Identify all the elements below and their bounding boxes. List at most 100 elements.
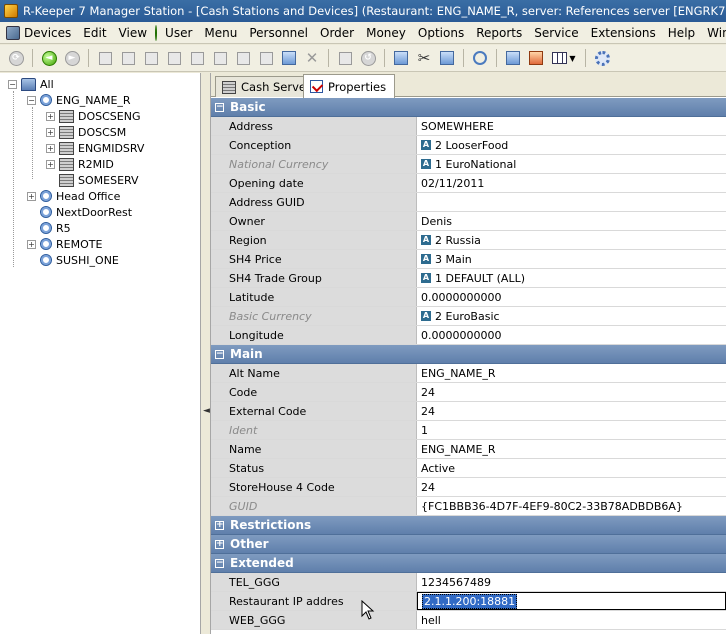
property-value[interactable]: Active: [417, 459, 726, 477]
property-row-status[interactable]: Status Active: [211, 459, 726, 478]
collapse-left-icon[interactable]: ◄: [203, 406, 210, 416]
collapse-icon[interactable]: −: [27, 95, 36, 105]
menu-view[interactable]: View: [113, 23, 153, 43]
expand-icon[interactable]: +: [46, 127, 55, 137]
menu-menu[interactable]: Menu: [198, 23, 243, 43]
menu-extensions[interactable]: Extensions: [585, 23, 662, 43]
property-value[interactable]: hell: [417, 611, 726, 629]
section-basic[interactable]: − Basic: [211, 98, 726, 117]
expand-icon[interactable]: +: [27, 239, 36, 249]
tree-node-server[interactable]: + DOSCSM: [46, 124, 126, 140]
property-row-tel-ggg[interactable]: TEL_GGG 1234567489: [211, 573, 726, 592]
property-row-address-guid[interactable]: Address GUID: [211, 193, 726, 212]
property-row-latitude[interactable]: Latitude 0.0000000000: [211, 288, 726, 307]
section-restrictions[interactable]: + Restrictions: [211, 516, 726, 535]
tree-node-restaurant[interactable]: NextDoorRest: [40, 204, 132, 220]
expand-icon[interactable]: +: [46, 159, 55, 169]
tool-button-6[interactable]: [210, 48, 230, 68]
property-value[interactable]: 02/11/2011: [417, 174, 726, 192]
property-value[interactable]: A 2 LooserFood: [417, 136, 726, 154]
refresh-button[interactable]: ⟳: [6, 48, 26, 68]
tree-node-server[interactable]: + R2MID: [46, 156, 114, 172]
property-row-sh4-trade-group[interactable]: SH4 Trade Group A 1 DEFAULT (ALL): [211, 269, 726, 288]
expand-icon[interactable]: +: [215, 539, 224, 549]
tree-node-server[interactable]: + DOSCSENG: [46, 108, 140, 124]
menu-window[interactable]: Window: [701, 23, 726, 43]
collapse-icon[interactable]: −: [215, 558, 224, 568]
property-value[interactable]: A 2 Russia: [417, 231, 726, 249]
filter-button[interactable]: [503, 48, 523, 68]
tool-button-8[interactable]: [256, 48, 276, 68]
property-value[interactable]: ENG_NAME_R: [417, 364, 726, 382]
tree-node-all[interactable]: − All: [8, 76, 54, 92]
property-value[interactable]: 24: [417, 478, 726, 496]
property-value[interactable]: ENG_NAME_R: [417, 440, 726, 458]
property-row-storehouse-4-code[interactable]: StoreHouse 4 Code 24: [211, 478, 726, 497]
tool-button-5[interactable]: [187, 48, 207, 68]
open-button[interactable]: [118, 48, 138, 68]
property-row-alt-name[interactable]: Alt Name ENG_NAME_R: [211, 364, 726, 383]
paste-button[interactable]: [437, 48, 457, 68]
property-value[interactable]: 0.0000000000: [417, 288, 726, 306]
property-value[interactable]: 24: [417, 402, 726, 420]
expand-icon[interactable]: +: [27, 191, 36, 201]
find-button[interactable]: [470, 48, 490, 68]
property-value[interactable]: 24: [417, 383, 726, 401]
property-row-address[interactable]: Address SOMEWHERE: [211, 117, 726, 136]
menu-help[interactable]: Help: [662, 23, 701, 43]
property-row-code[interactable]: Code 24: [211, 383, 726, 402]
expand-icon[interactable]: +: [215, 520, 224, 530]
property-row-national-currency[interactable]: National Currency A 1 EuroNational: [211, 155, 726, 174]
menu-reports[interactable]: Reports: [470, 23, 528, 43]
expand-icon[interactable]: +: [46, 143, 55, 153]
green-status-icon[interactable]: [155, 24, 158, 41]
collapse-icon[interactable]: −: [215, 349, 224, 359]
property-value[interactable]: A 1 DEFAULT (ALL): [417, 269, 726, 287]
delete-button[interactable]: ✕: [302, 48, 322, 68]
cut-button[interactable]: ✂: [414, 48, 434, 68]
property-row-region[interactable]: Region A 2 Russia: [211, 231, 726, 250]
property-row-ident[interactable]: Ident 1: [211, 421, 726, 440]
property-value[interactable]: A 3 Main: [417, 250, 726, 268]
undo-button[interactable]: ↺: [358, 48, 378, 68]
tree-node-restaurant[interactable]: + Head Office: [27, 188, 120, 204]
menu-user[interactable]: User: [159, 23, 198, 43]
tree-node-restaurant[interactable]: SUSHI_ONE: [40, 252, 119, 268]
collapse-icon[interactable]: −: [8, 79, 17, 89]
tree-node-server[interactable]: + ENGMIDSRV: [46, 140, 144, 156]
property-row-longitude[interactable]: Longitude 0.0000000000: [211, 326, 726, 345]
copy-button[interactable]: [391, 48, 411, 68]
property-value[interactable]: 0.0000000000: [417, 326, 726, 344]
property-row-guid[interactable]: GUID {FC1BBB36-4D7F-4EF9-80C2-33B78ADBDB6…: [211, 497, 726, 516]
save-button[interactable]: [335, 48, 355, 68]
pane-splitter[interactable]: ◄: [201, 73, 211, 634]
property-value[interactable]: [417, 193, 726, 211]
property-row-restaurant-ip-addres[interactable]: Restaurant IP addres 2.1.1.200:18881: [211, 592, 726, 611]
property-value[interactable]: Denis: [417, 212, 726, 230]
property-row-conception[interactable]: Conception A 2 LooserFood: [211, 136, 726, 155]
tree-node-restaurant[interactable]: − ENG_NAME_R: [27, 92, 131, 108]
property-value[interactable]: 1: [417, 421, 726, 439]
section-other[interactable]: + Other: [211, 535, 726, 554]
edit-button[interactable]: [141, 48, 161, 68]
property-row-external-code[interactable]: External Code 24: [211, 402, 726, 421]
export-button[interactable]: [526, 48, 546, 68]
columns-dropdown[interactable]: ▼: [549, 48, 579, 68]
tool-button-7[interactable]: [233, 48, 253, 68]
expand-icon[interactable]: +: [46, 111, 55, 121]
property-row-name[interactable]: Name ENG_NAME_R: [211, 440, 726, 459]
tree-node-server[interactable]: SOMESERV: [59, 172, 139, 188]
forward-button[interactable]: ►: [62, 48, 82, 68]
tree-node-restaurant[interactable]: + REMOTE: [27, 236, 102, 252]
section-main[interactable]: − Main: [211, 345, 726, 364]
property-row-opening-date[interactable]: Opening date 02/11/2011: [211, 174, 726, 193]
property-row-basic-currency[interactable]: Basic Currency A 2 EuroBasic: [211, 307, 726, 326]
menu-service[interactable]: Service: [528, 23, 584, 43]
settings-button[interactable]: [592, 48, 612, 68]
new-button[interactable]: [95, 48, 115, 68]
tab-properties[interactable]: Properties: [303, 74, 396, 98]
menu-personnel[interactable]: Personnel: [243, 23, 314, 43]
property-value[interactable]: 2.1.1.200:18881: [417, 592, 726, 610]
menu-money[interactable]: Money: [360, 23, 412, 43]
menu-edit[interactable]: Edit: [77, 23, 112, 43]
